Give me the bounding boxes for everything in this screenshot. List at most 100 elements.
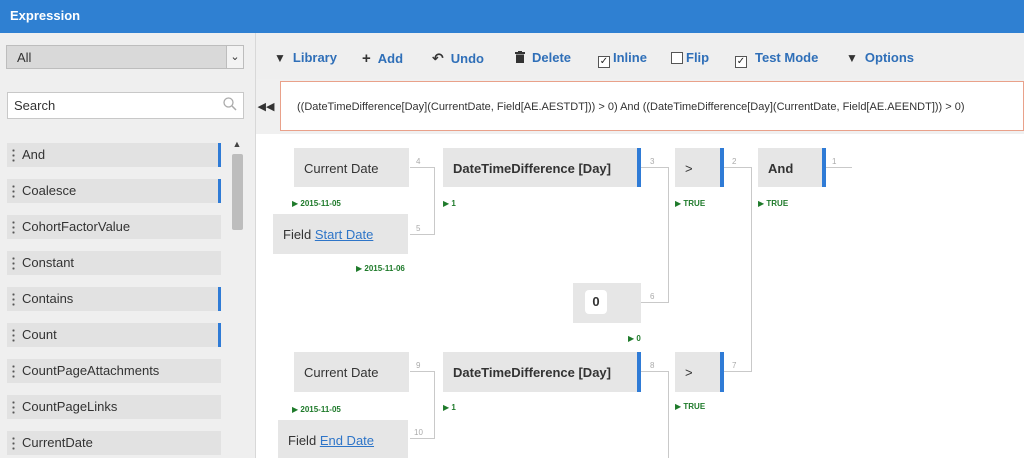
inline-toggle[interactable]: ✓ Inline [598, 50, 647, 68]
options-button[interactable]: ▼ Options [846, 50, 914, 65]
drag-handle-icon[interactable] [12, 292, 15, 306]
search-input[interactable]: Search [7, 92, 244, 119]
collapse-panel-icon[interactable]: ◀◀ [257, 80, 275, 134]
function-item-constant[interactable]: Constant [7, 251, 221, 275]
function-item-count[interactable]: Count [7, 323, 221, 347]
add-button[interactable]: + Add [362, 50, 403, 67]
field-end-date-node[interactable]: Field End Date [278, 420, 408, 458]
connector-line [724, 167, 752, 168]
current-date-node-2[interactable]: Current Date [294, 352, 409, 392]
node-label: Field Start Date [283, 227, 373, 242]
flip-toggle[interactable]: Flip [671, 50, 709, 65]
constant-zero-node[interactable] [573, 283, 641, 323]
node-label: DateTimeDifference [Day] [453, 161, 611, 176]
library-button[interactable]: ▼ Library [274, 50, 337, 65]
inline-checkbox[interactable]: ✓ [598, 56, 610, 68]
result-value: 1 [451, 403, 456, 412]
drag-handle-icon[interactable] [12, 364, 15, 378]
function-item-label: And [22, 147, 46, 162]
options-label: Options [864, 50, 914, 65]
function-item-label: Constant [22, 255, 75, 270]
function-item-indicator [218, 287, 221, 311]
drag-handle-icon[interactable] [12, 256, 15, 270]
result-badge: ▶ TRUE [758, 199, 789, 208]
function-item-label: CountPageAttachments [22, 363, 160, 378]
pin-label: 6 [650, 292, 655, 301]
result-value: TRUE [683, 199, 706, 208]
constant-value-input[interactable]: 0 [585, 290, 607, 314]
test-mode-checkbox[interactable]: ✓ [735, 56, 747, 68]
datetimedifference-node-2[interactable]: DateTimeDifference [Day] [443, 352, 641, 392]
test-mode-toggle[interactable]: ✓ Test Mode [735, 50, 818, 68]
function-item-coalesce[interactable]: Coalesce [7, 179, 221, 203]
pin-label: 5 [416, 224, 421, 233]
drag-handle-icon[interactable] [12, 400, 15, 414]
result-value: 0 [636, 334, 641, 343]
connector-line [724, 371, 752, 372]
function-item-label: Count [22, 327, 57, 342]
node-prefix: Field [288, 433, 317, 448]
node-label: > [685, 161, 693, 176]
scroll-up-arrow[interactable]: ▲ [231, 139, 243, 151]
category-select[interactable]: All ⌄ [6, 45, 244, 69]
trash-icon [515, 51, 525, 65]
function-item-countpageattachments[interactable]: CountPageAttachments [7, 359, 221, 383]
pin-label: 2 [732, 157, 737, 166]
result-badge: ▶ 1 [443, 199, 456, 208]
pin-label: 10 [414, 428, 423, 437]
pin-label: 9 [416, 361, 421, 370]
drag-handle-icon[interactable] [12, 148, 15, 162]
connector-line [410, 234, 435, 235]
inline-label: Inline [613, 50, 647, 65]
function-item-indicator [218, 323, 221, 347]
category-value: All [17, 50, 32, 65]
function-item-contains[interactable]: Contains [7, 287, 221, 311]
drag-handle-icon[interactable] [12, 184, 15, 198]
drag-handle-icon[interactable] [12, 328, 15, 342]
delete-button[interactable]: Delete [515, 50, 571, 65]
result-badge: ▶ TRUE [675, 402, 706, 411]
drag-handle-icon[interactable] [12, 436, 15, 450]
chevron-down-icon[interactable]: ⌄ [226, 46, 243, 68]
connector-line [641, 167, 669, 168]
expression-text[interactable]: ((DateTimeDifference[Day](CurrentDate, F… [280, 81, 1024, 131]
function-item-currentdate[interactable]: CurrentDate [7, 431, 221, 455]
start-date-link[interactable]: Start Date [315, 227, 374, 242]
datetimedifference-node-1[interactable]: DateTimeDifference [Day] [443, 148, 641, 187]
field-start-date-node[interactable]: Field Start Date [273, 214, 408, 254]
caret-down-icon: ▼ [846, 51, 858, 65]
scrollbar-thumb[interactable] [232, 154, 243, 230]
plus-icon: + [362, 50, 371, 67]
end-date-link[interactable]: End Date [320, 433, 374, 448]
greater-than-node-2[interactable]: > [675, 352, 724, 392]
flip-checkbox[interactable] [671, 52, 683, 64]
and-node[interactable]: And [758, 148, 826, 187]
connector-line [434, 167, 435, 235]
test-mode-label: Test Mode [755, 50, 819, 65]
result-badge: ▶ TRUE [675, 199, 706, 208]
node-output-bar [637, 352, 641, 392]
search-icon [222, 96, 238, 115]
function-item-and[interactable]: And [7, 143, 221, 167]
greater-than-node-1[interactable]: > [675, 148, 724, 187]
current-date-node-1[interactable]: Current Date [294, 148, 409, 187]
pin-label: 8 [650, 361, 655, 370]
function-item-countpagelinks[interactable]: CountPageLinks [7, 395, 221, 419]
function-library-panel: All ⌄ Search And Coalesce CohortFactorVa… [0, 33, 256, 458]
node-prefix: Field [283, 227, 312, 242]
search-placeholder: Search [14, 98, 56, 113]
add-label: Add [377, 51, 404, 66]
node-output-bar [720, 352, 724, 392]
undo-button[interactable]: ↶ Undo [432, 50, 484, 67]
result-badge: ▶ 2015-11-06 [356, 264, 405, 273]
function-item-label: CohortFactorValue [22, 219, 131, 234]
window-title: Expression [0, 0, 1024, 33]
function-item-cohortfactorvalue[interactable]: CohortFactorValue [7, 215, 221, 239]
result-value: TRUE [766, 199, 789, 208]
result-value: TRUE [683, 402, 706, 411]
undo-label: Undo [450, 51, 484, 66]
connector-line [410, 167, 435, 168]
drag-handle-icon[interactable] [12, 220, 15, 234]
pin-label: 3 [650, 157, 655, 166]
connector-line [668, 167, 669, 303]
